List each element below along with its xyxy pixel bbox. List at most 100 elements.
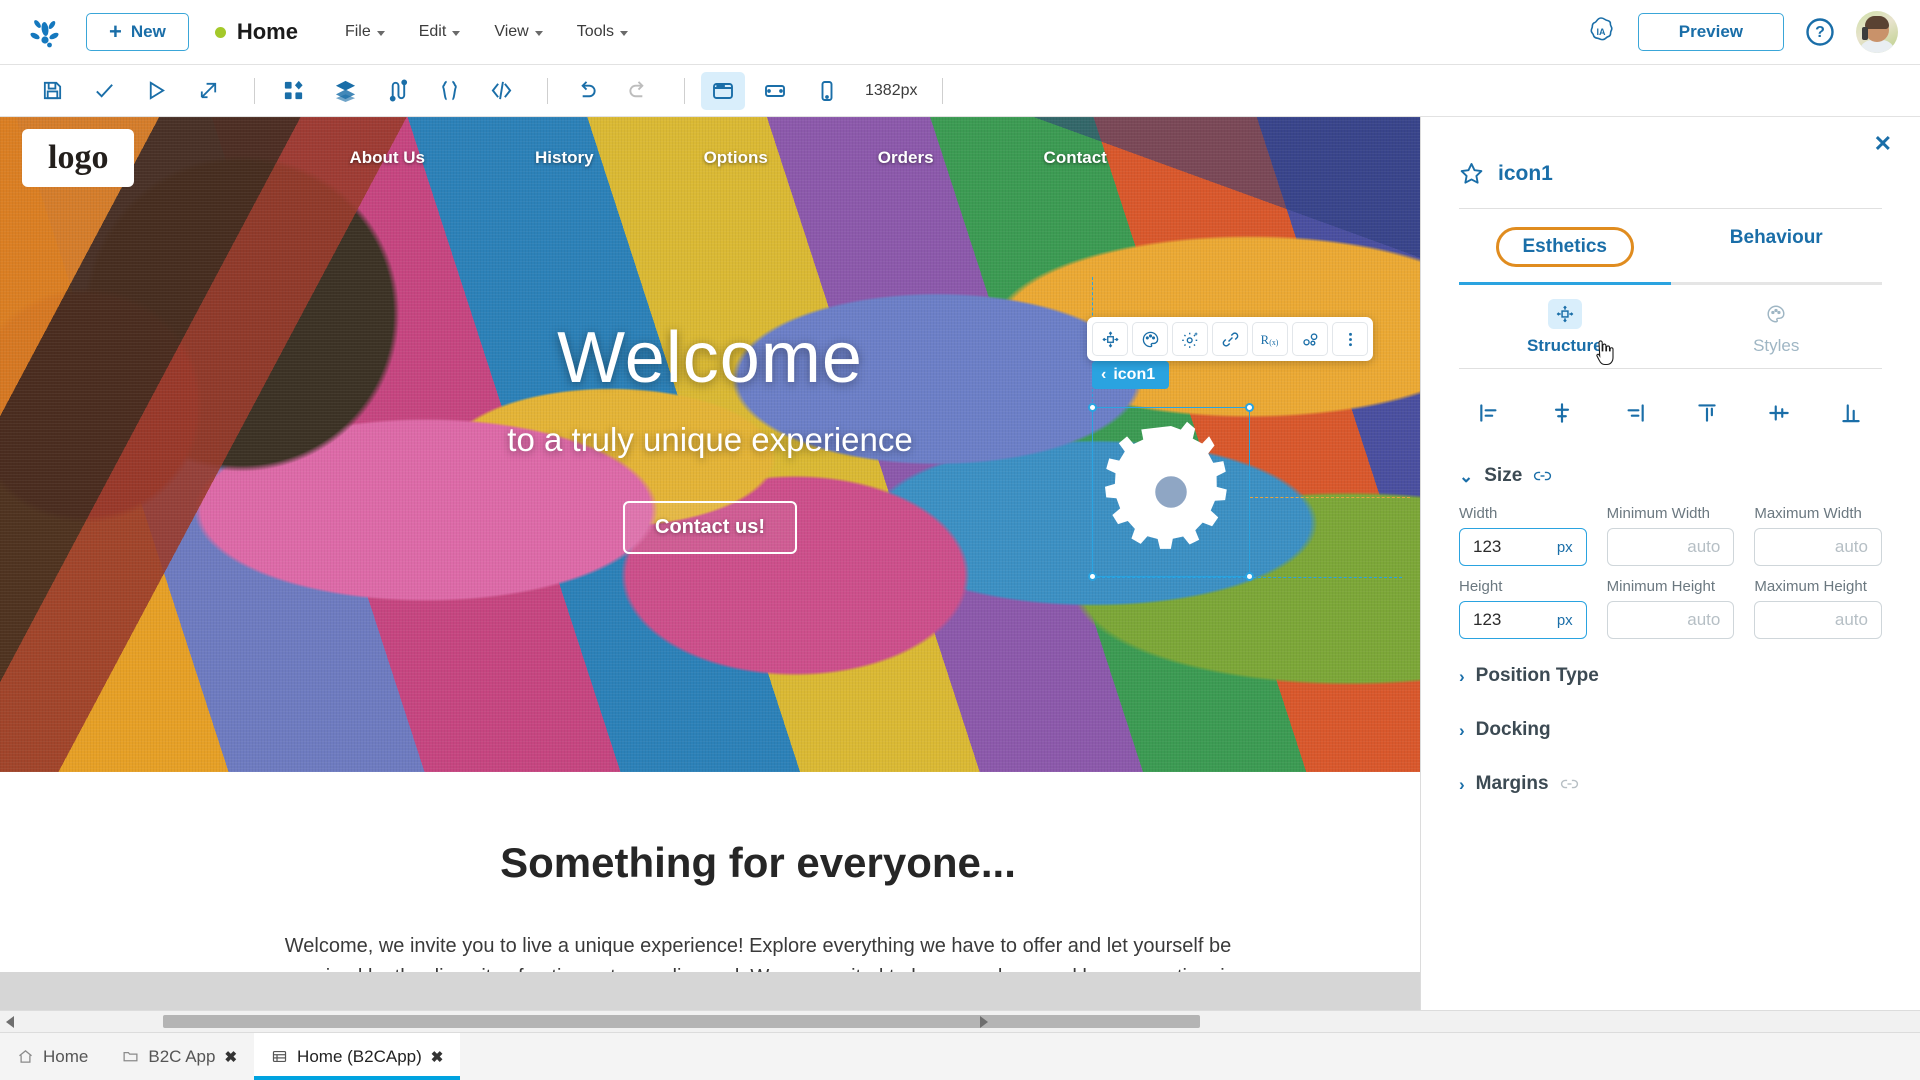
menu-edit[interactable]: Edit <box>402 12 478 52</box>
more-options-icon[interactable] <box>1332 322 1368 356</box>
star-icon[interactable] <box>1459 161 1484 186</box>
menu-file-label: File <box>344 23 371 40</box>
mobile-view-icon[interactable] <box>805 72 849 110</box>
align-center-horizontal-icon[interactable] <box>1539 395 1585 431</box>
content-card: Something for everyone... Welcome, we in… <box>208 797 1308 972</box>
site-logo[interactable]: logo <box>22 129 135 187</box>
align-center-vertical-icon[interactable] <box>1756 395 1802 431</box>
frog-logo-icon[interactable] <box>22 9 68 55</box>
align-bottom-icon[interactable] <box>1828 395 1874 431</box>
palette-icon[interactable] <box>1132 322 1168 356</box>
menu-file[interactable]: File <box>328 12 402 52</box>
resize-handle-bottom-left[interactable] <box>1088 572 1097 581</box>
editor-toolbar: 1382px <box>0 65 1920 117</box>
layers-icon[interactable] <box>323 72 367 110</box>
check-icon[interactable] <box>82 72 126 110</box>
tab-esthetics[interactable]: Esthetics <box>1459 209 1671 282</box>
section-margins[interactable]: › Margins <box>1459 747 1882 801</box>
width-input[interactable]: 123 px <box>1459 528 1587 566</box>
align-top-icon[interactable] <box>1684 395 1730 431</box>
resize-handle-top-right[interactable] <box>1245 403 1254 412</box>
min-width-input[interactable]: auto <box>1606 528 1735 566</box>
menu-view[interactable]: View <box>477 12 559 52</box>
plus-icon: + <box>109 19 122 44</box>
link-icon[interactable] <box>1560 777 1579 791</box>
mouse-cursor-icon <box>1593 340 1615 366</box>
design-canvas[interactable]: logo About Us History Options Orders Con… <box>0 117 1420 1010</box>
nav-link-contact[interactable]: Contact <box>1044 148 1107 168</box>
settings-sparkle-icon[interactable] <box>1172 322 1208 356</box>
align-right-icon[interactable] <box>1611 395 1657 431</box>
height-unit: px <box>1556 611 1573 629</box>
resize-handle-bottom-right[interactable] <box>1245 572 1254 581</box>
subtab-styles[interactable]: Styles <box>1671 285 1883 368</box>
close-icon[interactable]: ✖ <box>431 1048 444 1066</box>
scroll-left-arrow-icon[interactable] <box>6 1015 14 1028</box>
hero-cta-button[interactable]: Contact us! <box>623 501 797 554</box>
card-heading: Something for everyone... <box>500 839 1016 886</box>
page-icon <box>271 1048 288 1065</box>
new-button[interactable]: + New <box>86 13 189 51</box>
chevron-right-icon: › <box>1459 720 1465 740</box>
scroll-right-arrow-icon[interactable] <box>980 1015 988 1028</box>
rx-function-icon[interactable]: R (x) <box>1252 322 1288 356</box>
preview-button-label: Preview <box>1678 22 1743 41</box>
avatar[interactable] <box>1856 11 1898 53</box>
ia-assistant-icon[interactable]: IA <box>1584 15 1618 49</box>
field-width-label: Width <box>1459 505 1498 522</box>
align-left-icon[interactable] <box>1467 395 1513 431</box>
nav-link-options[interactable]: Options <box>704 148 768 168</box>
code-icon[interactable] <box>479 72 523 110</box>
zoom-value[interactable]: 1382px <box>865 82 918 100</box>
field-min-height: Minimum Height auto <box>1606 578 1735 639</box>
question-circle-icon[interactable]: ? <box>1804 16 1836 48</box>
section-position-type[interactable]: › Position Type <box>1459 639 1882 693</box>
redo-icon[interactable] <box>616 72 660 110</box>
chevron-right-icon: › <box>1459 774 1465 794</box>
bottom-tab-b2c-app[interactable]: B2C App ✖ <box>105 1033 254 1080</box>
alignment-toolbar <box>1459 369 1882 439</box>
preview-button[interactable]: Preview <box>1637 13 1784 51</box>
section-size[interactable]: ⌄ Size <box>1459 439 1882 493</box>
link-icon[interactable] <box>1212 322 1248 356</box>
desktop-view-icon[interactable] <box>701 71 745 110</box>
braces-icon[interactable] <box>427 72 471 110</box>
field-max-height: Maximum Height auto <box>1754 578 1882 639</box>
relations-icon[interactable] <box>1292 322 1328 356</box>
close-icon[interactable]: ✖ <box>224 1048 237 1066</box>
scrollbar-thumb[interactable] <box>163 1015 1200 1028</box>
tablet-view-icon[interactable] <box>753 72 797 110</box>
tab-behaviour[interactable]: Behaviour <box>1671 209 1883 282</box>
nav-link-about-us[interactable]: About Us <box>349 148 425 168</box>
components-icon[interactable] <box>271 72 315 110</box>
bottom-tab-home-b2capp[interactable]: Home (B2CApp) ✖ <box>254 1033 461 1080</box>
bottom-tab-home[interactable]: Home <box>0 1033 105 1080</box>
nav-link-orders[interactable]: Orders <box>878 148 934 168</box>
undo-icon[interactable] <box>564 72 608 110</box>
nav-link-history[interactable]: History <box>535 148 594 168</box>
run-icon[interactable] <box>134 72 178 110</box>
field-min-width-label: Minimum Width <box>1606 505 1711 522</box>
logic-icon[interactable] <box>375 72 419 110</box>
height-input[interactable]: 123 px <box>1459 601 1587 639</box>
menu-tools[interactable]: Tools <box>560 12 645 52</box>
selection-label[interactable]: ‹ icon1 <box>1092 361 1170 389</box>
link-icon[interactable] <box>1533 469 1552 483</box>
card-paragraph: Welcome, we invite you to live a unique … <box>280 935 1236 972</box>
deploy-icon[interactable] <box>186 72 230 110</box>
field-max-width: Maximum Width auto <box>1754 505 1882 566</box>
close-icon[interactable]: ✕ <box>1874 133 1892 155</box>
section-docking[interactable]: › Docking <box>1459 693 1882 747</box>
subtab-structure[interactable]: Structure <box>1459 285 1671 368</box>
selection-bounding-box[interactable] <box>1088 403 1254 581</box>
canvas-horizontal-scrollbar[interactable] <box>0 1010 1920 1032</box>
max-width-input[interactable]: auto <box>1754 528 1882 566</box>
save-icon[interactable] <box>30 72 74 110</box>
tab-esthetics-label: Esthetics <box>1495 227 1634 267</box>
menu-view-label: View <box>494 23 529 40</box>
resize-handle-top-left[interactable] <box>1088 403 1097 412</box>
min-height-input[interactable]: auto <box>1606 601 1735 639</box>
move-structure-icon[interactable] <box>1092 322 1128 356</box>
min-width-placeholder: auto <box>1687 537 1721 556</box>
max-height-input[interactable]: auto <box>1754 601 1882 639</box>
